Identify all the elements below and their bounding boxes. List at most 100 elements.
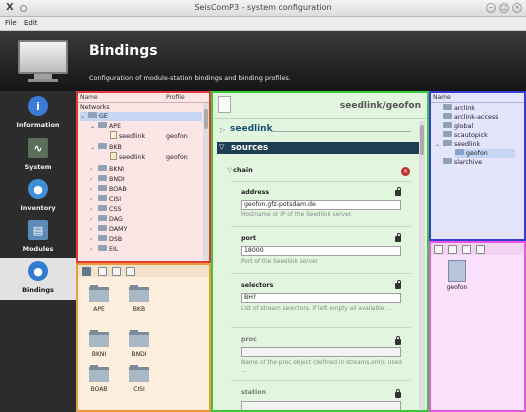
profile-tiles-panel: geofon: [429, 241, 526, 412]
tree-row-module[interactable]: slarchive: [443, 158, 482, 167]
sidebar-item-information[interactable]: i Information: [0, 93, 76, 135]
field-label-port: port: [241, 235, 256, 242]
tree-row-station[interactable]: ⌄ APE: [90, 122, 121, 131]
tree-header: Name Profile: [78, 93, 209, 103]
tree-row-station[interactable]: › DAG: [90, 215, 123, 224]
group-header-sources[interactable]: ▽ sources: [217, 142, 419, 154]
group-title: sources: [231, 143, 269, 153]
folder-icon: [98, 195, 107, 201]
menu-edit[interactable]: Edit: [24, 19, 38, 27]
monitor-icon: [18, 40, 68, 82]
view-list-icon[interactable]: [462, 245, 471, 254]
tree-scrollbar[interactable]: [203, 103, 209, 261]
subgroup-title: chain: [233, 166, 253, 174]
sidebar: i Information ∿ System ● Inventory ▤ Mod…: [0, 91, 76, 412]
view-detail-icon[interactable]: [126, 267, 135, 276]
page-title: Bindings: [89, 43, 158, 59]
tree-row-station[interactable]: › BKNI: [90, 165, 124, 174]
unlock-icon[interactable]: [395, 233, 401, 242]
tree-row-profile[interactable]: geofon: [455, 149, 515, 158]
collapse-group-icon: ▽: [219, 143, 225, 151]
tree-row-module[interactable]: scautopick: [443, 131, 488, 140]
tree-row-station[interactable]: › CISI: [90, 195, 121, 204]
sidebar-item-inventory[interactable]: ● Inventory: [0, 176, 76, 218]
maximize-button[interactable]: □: [499, 3, 509, 13]
lock-icon[interactable]: [395, 389, 401, 398]
up-icon[interactable]: [82, 267, 91, 276]
tree-row-station[interactable]: › DAMY: [90, 225, 127, 234]
binding-editor-panel: seedlink/geofon ▷ seedlink ▽ sources ▽ c…: [211, 91, 429, 412]
tree-row-module[interactable]: global: [443, 122, 473, 131]
selectors-input[interactable]: BH?: [241, 293, 401, 303]
field-label-station: station: [241, 389, 266, 396]
station-tile-folder-icon[interactable]: [89, 285, 109, 302]
tree-row-module[interactable]: arclink-access: [443, 113, 498, 122]
close-button[interactable]: ×: [512, 3, 522, 13]
editor-scrollbar[interactable]: [419, 121, 425, 410]
folder-icon: [443, 122, 452, 128]
unlock-icon[interactable]: [395, 280, 401, 289]
station-input[interactable]: [241, 401, 401, 410]
tree-row-network[interactable]: ⌄ GE: [80, 112, 202, 121]
delete-chain-icon[interactable]: ×: [401, 167, 410, 176]
tree-row-station[interactable]: › EIL: [90, 245, 118, 254]
station-tile-label: BOAB: [90, 386, 108, 393]
info-icon: i: [28, 96, 48, 116]
field-hint-selectors: List of stream selectors. If left empty …: [241, 306, 392, 312]
minimize-button[interactable]: −: [486, 3, 496, 13]
folder-icon: [443, 131, 452, 137]
folder-icon: [443, 140, 452, 146]
tree-row-station[interactable]: › CSS: [90, 205, 121, 214]
tree-row-module[interactable]: arclink: [443, 104, 475, 113]
field-hint-address: Hostname or IP of the Seedlink server.: [241, 212, 353, 218]
module-tree-panel: Name arclink arclink-access global scaut…: [429, 91, 526, 241]
folder-icon: [98, 175, 107, 181]
station-tile-label: CISI: [133, 386, 145, 393]
tree-row-binding[interactable]: seedlink geofon: [110, 131, 205, 141]
tree-row-networks[interactable]: Networks: [80, 103, 110, 112]
editor-path: seedlink/geofon: [339, 101, 421, 111]
proc-input[interactable]: [241, 347, 401, 357]
folder-icon: [98, 235, 107, 241]
tree-row-binding[interactable]: seedlink geofon: [110, 152, 205, 162]
column-name[interactable]: Name: [80, 94, 98, 101]
unlock-icon[interactable]: [395, 187, 401, 196]
sidebar-item-bindings[interactable]: ● Bindings: [0, 258, 76, 300]
station-tile-folder-icon[interactable]: [89, 365, 109, 382]
profile-tile-icon[interactable]: [448, 260, 466, 282]
station-tiles-panel: APE BKB BKNI BNDI BOAB CISI: [76, 263, 211, 412]
folder-icon: [443, 113, 452, 119]
collapse-chain-icon[interactable]: ▽: [227, 166, 232, 174]
port-input[interactable]: 18000: [241, 246, 401, 256]
section-title: seedlink: [230, 124, 273, 134]
menu-file[interactable]: File: [5, 19, 17, 27]
station-tile-folder-icon[interactable]: [129, 330, 149, 347]
lock-icon[interactable]: [395, 336, 401, 345]
module-tree-header: Name: [431, 93, 524, 103]
document-icon: [218, 96, 231, 113]
column-name[interactable]: Name: [433, 94, 451, 101]
sidebar-item-system[interactable]: ∿ System: [0, 135, 76, 177]
station-tile-folder-icon[interactable]: [89, 330, 109, 347]
field-hint-proc: Name of the proc object (defined in stre…: [241, 360, 402, 374]
tree-row-station[interactable]: › BOAB: [90, 185, 127, 194]
view-detail-icon[interactable]: [476, 245, 485, 254]
expand-section-icon[interactable]: ▷: [220, 126, 225, 134]
add-profile-icon[interactable]: [434, 245, 443, 254]
field-label-proc: proc: [241, 336, 257, 343]
column-profile[interactable]: Profile: [166, 94, 185, 101]
window-titlebar: X SeisComP3 - system configuration − □ ×: [0, 0, 526, 17]
tree-row-station[interactable]: › BNDI: [90, 175, 125, 184]
station-tile-folder-icon[interactable]: [129, 365, 149, 382]
view-icons-icon[interactable]: [98, 267, 107, 276]
tree-row-station[interactable]: ⌄ BKB: [90, 143, 122, 152]
address-input[interactable]: geofon.gfz-potsdam.de: [241, 200, 401, 210]
view-list-icon[interactable]: [112, 267, 121, 276]
view-icons-icon[interactable]: [448, 245, 457, 254]
sidebar-item-modules[interactable]: ▤ Modules: [0, 217, 76, 259]
tree-row-station[interactable]: › DSB: [90, 235, 122, 244]
station-tile-folder-icon[interactable]: [129, 285, 149, 302]
modules-folder-icon: ▤: [28, 220, 48, 240]
folder-icon: [98, 143, 107, 149]
tree-row-module[interactable]: ⌄ seedlink: [435, 140, 480, 149]
